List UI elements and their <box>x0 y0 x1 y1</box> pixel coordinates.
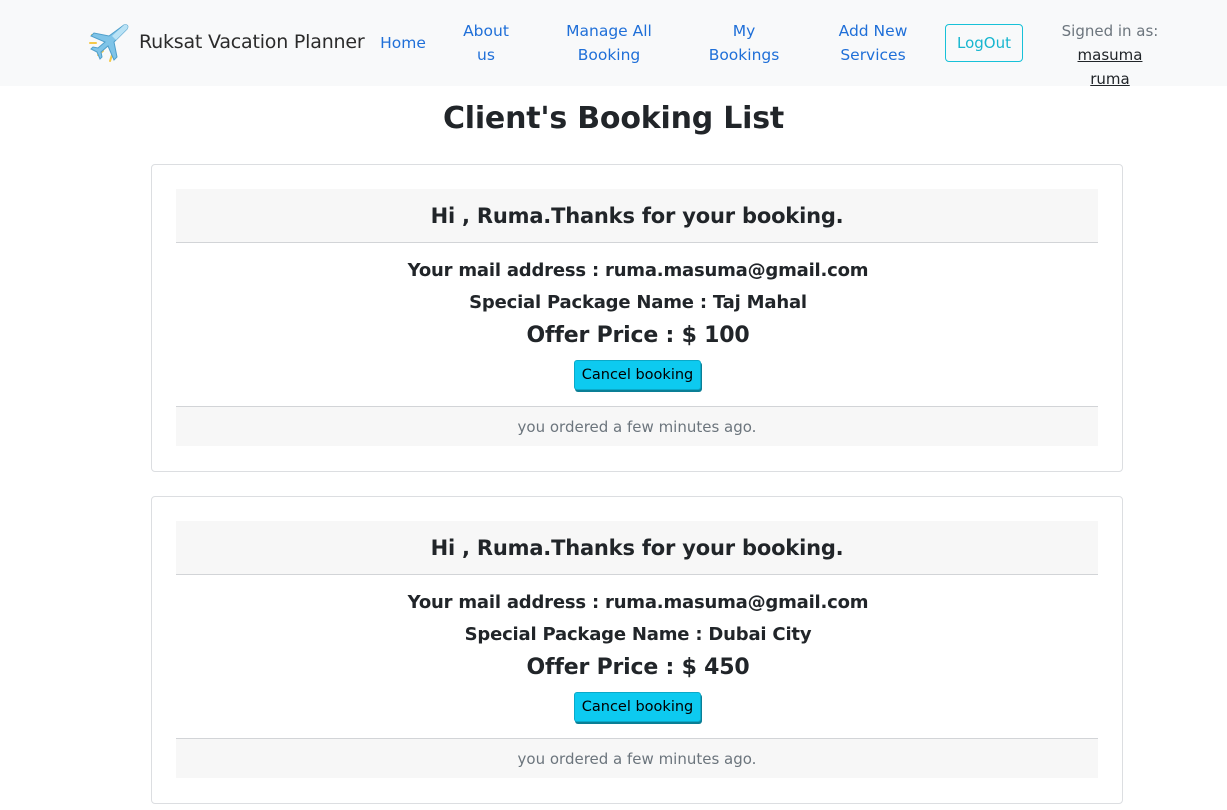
booking-card-header: Hi , Ruma.Thanks for your booking. <box>176 521 1098 575</box>
airplane-icon <box>89 24 129 62</box>
logout-button[interactable]: LogOut <box>945 24 1023 62</box>
nav-home[interactable]: Home <box>376 31 430 55</box>
navbar: Ruksat Vacation Planner Home About us Ma… <box>0 0 1227 88</box>
booking-mail: Your mail address : ruma.masuma@gmail.co… <box>407 592 869 613</box>
nav-add-new-services-line2: Services <box>840 46 906 64</box>
booking-price: Offer Price : $ 450 <box>526 655 750 680</box>
booking-card: Hi , Ruma.Thanks for your booking. Your … <box>151 496 1123 804</box>
booking-card-footer: you ordered a few minutes ago. <box>176 406 1098 446</box>
booking-package: Special Package Name : Taj Mahal <box>469 292 807 313</box>
nav-about-us-line1: About <box>463 22 509 40</box>
nav-manage-all-booking-line1: Manage All <box>566 22 652 40</box>
brand-title: Ruksat Vacation Planner <box>139 31 365 53</box>
page-title: Client's Booking List <box>442 101 785 136</box>
booking-card-footer: you ordered a few minutes ago. <box>176 738 1098 778</box>
booking-card: Hi , Ruma.Thanks for your booking. Your … <box>151 164 1123 472</box>
nav-home-label: Home <box>380 34 426 52</box>
booking-mail: Your mail address : ruma.masuma@gmail.co… <box>407 260 869 281</box>
user-name-first[interactable]: masuma <box>1078 46 1143 64</box>
booking-price: Offer Price : $ 100 <box>526 323 750 348</box>
cancel-booking-button[interactable]: Cancel booking <box>574 360 701 390</box>
nav-manage-all-booking[interactable]: Manage All Booking <box>556 19 662 67</box>
signed-in-label: Signed in as: <box>1061 22 1159 40</box>
brand[interactable]: Ruksat Vacation Planner <box>86 18 365 66</box>
nav-about-us-line2: us <box>477 46 495 64</box>
booking-package: Special Package Name : Dubai City <box>464 624 812 645</box>
nav-my-bookings-line2: Bookings <box>708 46 780 64</box>
signed-in-info: Signed in as: masuma ruma <box>1030 19 1190 91</box>
nav-add-new-services[interactable]: Add New Services <box>828 19 918 67</box>
cancel-booking-button[interactable]: Cancel booking <box>574 692 701 722</box>
nav-add-new-services-line1: Add New <box>838 22 908 40</box>
nav-about-us[interactable]: About us <box>451 19 521 67</box>
booking-card-header: Hi , Ruma.Thanks for your booking. <box>176 189 1098 243</box>
nav-my-bookings-line1: My <box>732 22 756 40</box>
nav-my-bookings[interactable]: My Bookings <box>702 19 786 67</box>
nav-manage-all-booking-line2: Booking <box>577 46 641 64</box>
user-name-last[interactable]: ruma <box>1090 70 1129 88</box>
